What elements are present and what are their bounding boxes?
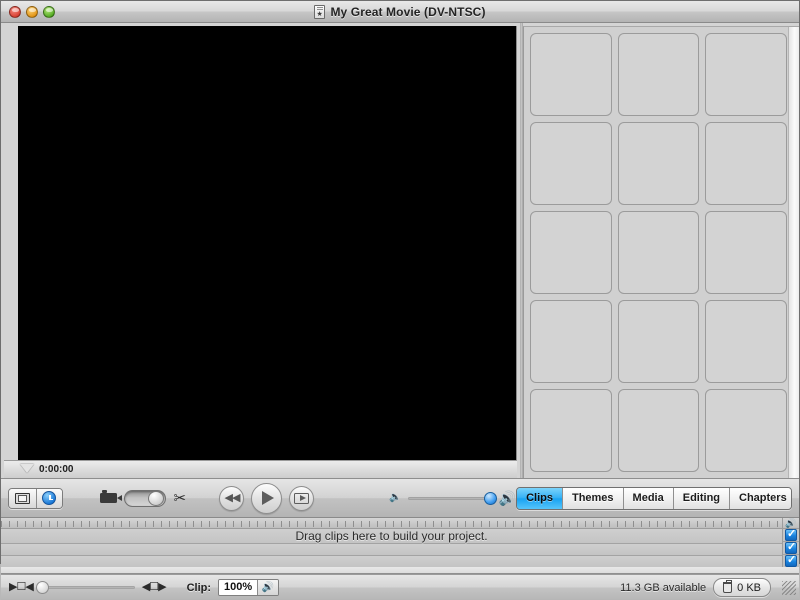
timeline-panel[interactable]: Drag clips here to build your project. 🔊: [1, 518, 799, 574]
trash-size-label: 0 KB: [737, 581, 761, 594]
panel-tab-bar: Clips Themes Media Editing Chapters: [516, 486, 792, 510]
clip-zoom-label: Clip:: [186, 581, 212, 594]
tab-chapters[interactable]: Chapters: [729, 487, 792, 509]
disk-available-label: 11.3 GB available: [620, 581, 707, 594]
rewind-to-start-button[interactable]: ◀◀: [219, 485, 245, 511]
timeline-zoom-slider-knob[interactable]: [35, 581, 49, 594]
imovie-window: My Great Movie (DV-NTSC) 0:00:00: [0, 0, 800, 600]
track-enable-checkbox-audio-2[interactable]: [785, 554, 797, 567]
camera-edit-mode-switch[interactable]: [124, 489, 167, 507]
resize-grip-icon[interactable]: [782, 580, 796, 595]
timeline-track-audio-1[interactable]: [1, 544, 782, 556]
speaker-low-icon: 🔈: [389, 492, 402, 503]
zoom-button[interactable]: [43, 5, 55, 18]
tab-clips[interactable]: Clips: [517, 487, 562, 509]
monitor-pane: 0:00:00: [1, 23, 520, 478]
upper-area: 0:00:00: [1, 23, 799, 478]
track-enable-cell-audio-2[interactable]: [783, 554, 799, 567]
track-enable-checkbox-video[interactable]: [785, 528, 797, 541]
transport-controls: ◀◀: [219, 482, 315, 514]
volume-slider-knob[interactable]: [483, 491, 497, 505]
zoom-in-icon[interactable]: ◀☐▶: [142, 582, 167, 593]
trash-icon: [723, 580, 733, 593]
clip-placeholder-cell[interactable]: [705, 33, 787, 116]
status-bar: ▶☐◀ ◀☐▶ Clip: 100% 🔊 11.3 GB available 0…: [1, 574, 799, 600]
clock-view-button[interactable]: [35, 488, 63, 508]
video-camera-icon: [100, 490, 123, 503]
timeline-zoom-slider[interactable]: [35, 581, 135, 594]
clip-placeholder-cell[interactable]: [530, 300, 612, 383]
view-mode-segmented-control[interactable]: [8, 487, 64, 509]
trash-button[interactable]: 0 KB: [713, 578, 771, 597]
rewind-icon: ◀◀: [224, 491, 240, 504]
play-button[interactable]: [251, 482, 283, 514]
clip-placeholder-cell[interactable]: [705, 300, 787, 383]
track-enable-checkbox-audio-1[interactable]: [785, 541, 797, 554]
clip-placeholder-cell[interactable]: [617, 33, 700, 116]
volume-slider[interactable]: [407, 491, 497, 505]
timeline-bottom-edge: [1, 567, 799, 573]
clips-grid: [524, 27, 799, 478]
play-fullscreen-button[interactable]: [289, 485, 315, 511]
play-icon: [262, 491, 275, 505]
camera-edit-mode-group: ✂: [100, 489, 187, 507]
clip-placeholder-cell[interactable]: [617, 389, 700, 472]
fullscreen-play-icon: [294, 492, 310, 504]
timeline-track-video[interactable]: Drag clips here to build your project.: [1, 529, 782, 544]
window-titlebar[interactable]: My Great Movie (DV-NTSC): [1, 1, 799, 23]
zoom-out-icon[interactable]: ▶☐◀: [9, 582, 34, 593]
clip-placeholder-cell[interactable]: [617, 122, 700, 205]
movie-document-icon: [314, 4, 326, 19]
clips-browser[interactable]: [523, 26, 799, 478]
window-title-group: My Great Movie (DV-NTSC): [1, 1, 799, 22]
clip-placeholder-cell[interactable]: [530, 33, 612, 116]
playhead-marker-icon[interactable]: [20, 464, 34, 473]
timeline-tracks: Drag clips here to build your project.: [1, 518, 782, 567]
camera-view-button[interactable]: [9, 488, 36, 508]
timeline-ruler[interactable]: [1, 518, 782, 529]
clip-placeholder-cell[interactable]: [530, 122, 612, 205]
monitor-icon: [14, 492, 30, 504]
clip-placeholder-cell[interactable]: [530, 211, 612, 294]
clip-placeholder-cell[interactable]: [705, 122, 787, 205]
clip-zoom-value[interactable]: 100%: [219, 580, 258, 595]
tab-editing[interactable]: Editing: [672, 487, 730, 509]
clip-placeholder-cell[interactable]: [530, 389, 612, 472]
minimize-button[interactable]: [26, 5, 38, 18]
browser-scrollbar[interactable]: [788, 27, 799, 478]
scrubber-bar[interactable]: 0:00:00: [4, 460, 517, 478]
timeline-main: Drag clips here to build your project. 🔊: [1, 518, 799, 567]
clip-placeholder-cell[interactable]: [705, 389, 787, 472]
timeline-track-gutter: 🔊: [782, 518, 799, 567]
switch-knob[interactable]: [148, 490, 165, 506]
clip-placeholder-cell[interactable]: [617, 300, 700, 383]
window-title: My Great Movie (DV-NTSC): [330, 4, 486, 19]
speaker-high-icon: 🔊: [498, 490, 517, 506]
timecode-display: 0:00:00: [39, 464, 74, 475]
clip-placeholder-cell[interactable]: [705, 211, 787, 294]
tab-themes[interactable]: Themes: [561, 487, 623, 509]
ruler-ticks: [1, 521, 782, 527]
volume-control: 🔈 🔊: [389, 491, 516, 505]
drag-hint-label: Drag clips here to build your project.: [295, 529, 488, 543]
tab-media[interactable]: Media: [622, 487, 673, 509]
scissors-icon: ✂: [173, 489, 187, 507]
timeline-track-audio-2[interactable]: [1, 556, 782, 567]
video-canvas[interactable]: [18, 26, 517, 460]
speaker-icon: 🔊: [785, 517, 797, 528]
clip-placeholder-cell[interactable]: [617, 211, 700, 294]
clip-zoom-field[interactable]: 100% 🔊: [218, 579, 280, 596]
clip-audio-button[interactable]: 🔊: [257, 580, 279, 595]
clock-icon: [42, 491, 57, 505]
control-bar: ✂ ◀◀ 🔈 🔊 Clips Themes Media Editing Chapters: [1, 478, 799, 518]
close-button[interactable]: [9, 5, 21, 18]
window-controls: [9, 5, 55, 18]
